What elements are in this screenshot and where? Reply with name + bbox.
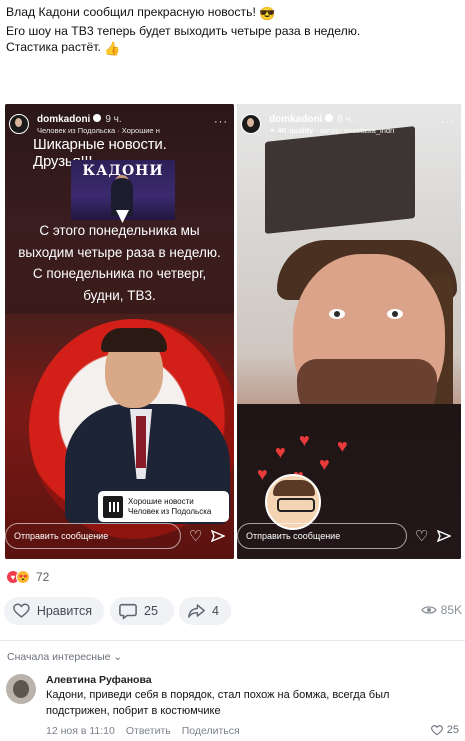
thumbs-up-emoji-icon: 👍 bbox=[104, 41, 121, 56]
comments-sort-dropdown[interactable]: Сначала интересные ⌄ bbox=[7, 651, 122, 663]
story-time: 8 ч. bbox=[337, 114, 354, 125]
post-text: Влад Кадони сообщил прекрасную новость! … bbox=[6, 4, 456, 58]
reply-input[interactable]: Отправить сообщение bbox=[237, 523, 407, 549]
story-time: 9 ч. bbox=[105, 114, 122, 125]
love-eyes-reaction-icon: 😍 bbox=[16, 570, 30, 584]
post-line-1: Влад Кадони сообщил прекрасную новость! bbox=[6, 5, 256, 19]
share-button[interactable]: 4 bbox=[179, 597, 231, 625]
heart-outline-icon[interactable]: ♡ bbox=[415, 527, 428, 545]
post-line-2: Его шоу на ТВ3 теперь будет выходить чет… bbox=[6, 23, 361, 38]
comment-likes-count: 25 bbox=[446, 724, 459, 736]
music-artist: Человек из Подольска bbox=[128, 506, 212, 516]
comment-author[interactable]: Алевтина Руфанова bbox=[46, 674, 152, 686]
story-header: domkadoni 9 ч. Человек из Подольска · Хор… bbox=[9, 114, 160, 136]
eye-icon bbox=[420, 606, 437, 614]
reactions-count: 72 bbox=[36, 570, 50, 584]
heart-sticker-icon: ♥ bbox=[275, 442, 286, 462]
post-line-3: Стастика растёт. bbox=[6, 40, 101, 54]
music-title: Хорошие новости bbox=[128, 496, 194, 506]
reactions-summary[interactable]: ♥ 😍 72 bbox=[6, 570, 49, 584]
send-icon[interactable] bbox=[211, 530, 226, 542]
chevron-down-icon: ⌄ bbox=[113, 651, 123, 663]
verified-icon bbox=[93, 114, 102, 122]
story-reply-bar: Отправить сообщение ♡ bbox=[237, 521, 461, 551]
comment-meta: 12 ноя в 11:10 Ответить Поделиться bbox=[46, 725, 251, 737]
post-actions: Нравится 25 4 85K bbox=[4, 597, 464, 625]
avatar[interactable] bbox=[6, 674, 36, 704]
story-header: domkadoni 8 ч. ✦ 4K quality · автор: anas… bbox=[241, 114, 394, 136]
avatar[interactable] bbox=[9, 114, 29, 134]
story-screenshot-1[interactable]: domkadoni 9 ч. Человек из Подольска · Хор… bbox=[5, 104, 234, 559]
comments-button[interactable]: 25 bbox=[110, 597, 174, 625]
story-author[interactable]: domkadoni bbox=[37, 114, 90, 125]
heart-outline-icon bbox=[430, 724, 443, 735]
stories-gallery: domkadoni 9 ч. Человек из Подольска · Хор… bbox=[5, 104, 461, 559]
music-sticker[interactable]: Хорошие новости Человек из Подольска bbox=[98, 491, 229, 522]
comment-icon bbox=[119, 603, 137, 620]
tv-screen-image bbox=[265, 126, 415, 234]
story-screenshot-2[interactable]: ♥ ♥ ♥ ♥ ♥ ♥ ♥ domkadoni8 ч. ✦ 4K quality… bbox=[237, 104, 461, 559]
heart-outline-icon bbox=[13, 603, 30, 618]
like-button[interactable]: Нравится bbox=[4, 597, 104, 625]
more-icon[interactable]: ··· bbox=[214, 116, 228, 128]
share-arrow-icon bbox=[188, 604, 205, 618]
story-subtitle: ✦ 4K quality · автор: anastasia_indri bbox=[269, 126, 395, 135]
music-icon bbox=[103, 495, 123, 518]
views-count: 85K bbox=[440, 603, 462, 617]
comment-like-button[interactable]: 25 bbox=[430, 724, 459, 736]
story-reply-bar: Отправить сообщение ♡ bbox=[5, 521, 234, 551]
share-link[interactable]: Поделиться bbox=[182, 725, 240, 737]
story-announcement: С этого понедельника мы выходим четыре р… bbox=[18, 223, 221, 303]
like-label: Нравится bbox=[36, 604, 92, 618]
more-icon[interactable]: ··· bbox=[441, 116, 455, 128]
heart-outline-icon[interactable]: ♡ bbox=[189, 527, 202, 545]
verified-icon bbox=[325, 114, 334, 122]
reply-link[interactable]: Ответить bbox=[126, 725, 171, 737]
story-author[interactable]: domkadoni bbox=[269, 114, 322, 125]
divider bbox=[0, 640, 465, 641]
comments-count: 25 bbox=[144, 604, 158, 618]
comment-date[interactable]: 12 ноя в 11:10 bbox=[46, 725, 115, 737]
comments-sort-label: Сначала интересные bbox=[7, 651, 111, 663]
views-counter: 85K bbox=[420, 603, 462, 617]
shares-count: 4 bbox=[212, 604, 219, 618]
reply-input[interactable]: Отправить сообщение bbox=[5, 523, 181, 549]
story-subtitle: Человек из Подольска · Хорошие н bbox=[37, 126, 160, 135]
smiling-sunglasses-emoji-icon: 😎 bbox=[259, 6, 276, 21]
send-icon[interactable] bbox=[437, 530, 452, 542]
avatar[interactable] bbox=[241, 114, 261, 134]
show-poster: КАДОНИ bbox=[71, 160, 175, 223]
comment-text: Кадони, приведи себя в порядок, стал пох… bbox=[46, 689, 390, 717]
